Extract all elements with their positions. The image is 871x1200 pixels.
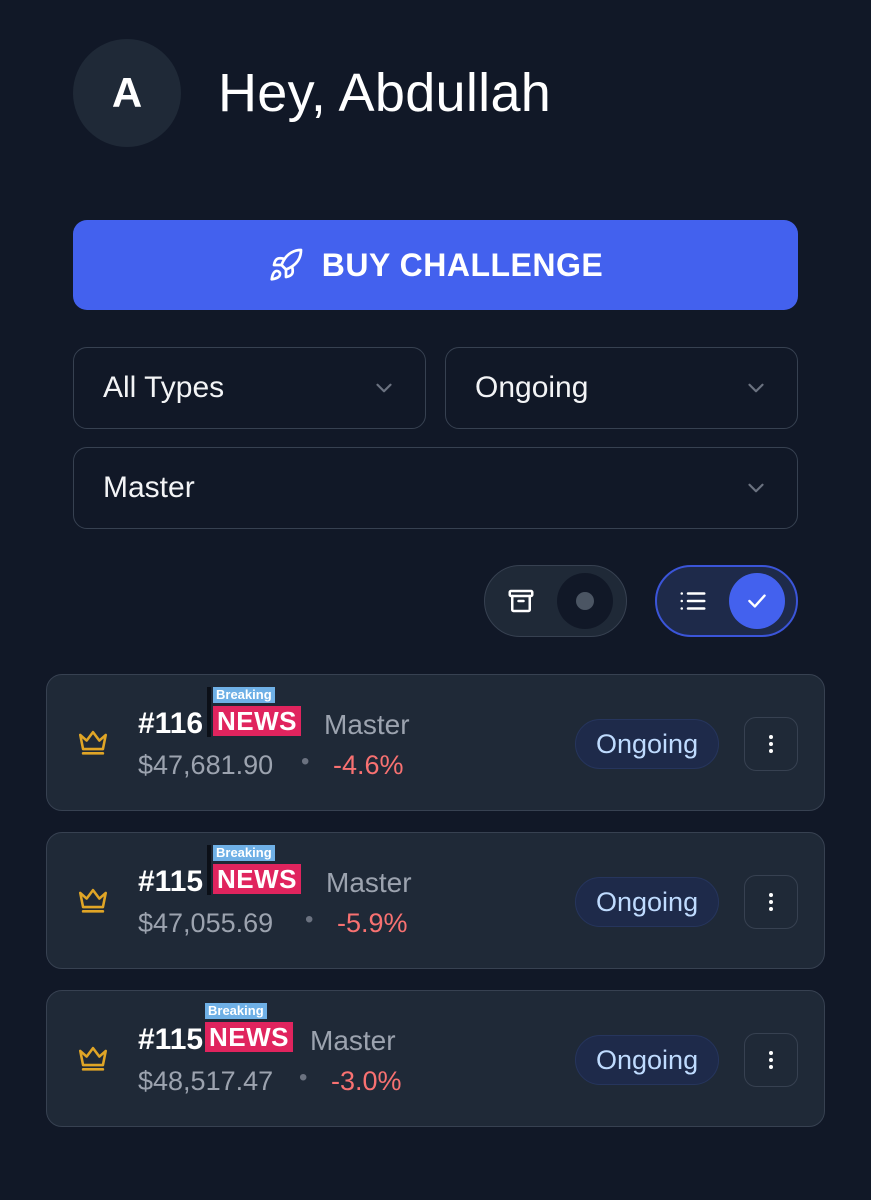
crown-icon xyxy=(78,1046,108,1071)
more-vertical-icon xyxy=(769,735,773,753)
chevron-down-icon xyxy=(748,483,764,493)
separator-dot: • xyxy=(301,748,310,775)
archive-segment[interactable] xyxy=(493,573,549,629)
account-balance: $48,517.47 xyxy=(138,1066,274,1096)
type-filter-value: All Types xyxy=(103,371,225,404)
status-filter-select[interactable]: Ongoing xyxy=(445,347,798,429)
crown-icon xyxy=(78,888,108,913)
toggle-dot xyxy=(576,592,594,610)
more-vertical-icon xyxy=(769,1051,773,1069)
tier-filter-value: Master xyxy=(103,471,195,504)
more-options-button[interactable] xyxy=(744,717,798,771)
buy-challenge-button[interactable]: BUY CHALLENGE xyxy=(73,220,798,310)
rocket-icon xyxy=(270,248,303,281)
news-label: NEWS xyxy=(213,864,301,894)
separator-dot: • xyxy=(299,1064,308,1091)
separator-dot: • xyxy=(305,906,314,933)
chevron-down-icon xyxy=(376,383,392,393)
account-tier: Master xyxy=(324,709,410,740)
avatar[interactable]: A xyxy=(73,39,181,147)
archive-toggle[interactable] xyxy=(484,565,627,637)
account-card[interactable]: #116 Breaking NEWS Master $47,681.90 • -… xyxy=(46,674,825,811)
type-filter-select[interactable]: All Types xyxy=(73,347,426,429)
list-icon xyxy=(680,592,706,610)
account-id: #116 xyxy=(138,707,204,740)
account-card[interactable]: #115 Breaking NEWS Master $48,517.47 • -… xyxy=(46,990,825,1127)
greeting-title: Hey, Abdullah xyxy=(218,63,552,123)
account-id: #115 xyxy=(138,865,204,898)
status-badge: Ongoing xyxy=(575,1035,720,1085)
breaking-news-overlay: Breaking NEWS xyxy=(207,845,309,897)
news-label: NEWS xyxy=(205,1022,293,1052)
account-change: -5.9% xyxy=(337,908,408,938)
account-tier: Master xyxy=(326,867,412,898)
account-tier: Master xyxy=(310,1025,396,1056)
breaking-label: Breaking xyxy=(213,687,275,703)
more-vertical-icon xyxy=(769,893,773,911)
account-change: -3.0% xyxy=(331,1066,402,1096)
overlay-bar xyxy=(207,687,211,737)
account-id: #115 xyxy=(138,1023,204,1056)
archive-icon xyxy=(508,589,534,613)
check-icon xyxy=(748,594,766,608)
more-options-button[interactable] xyxy=(744,875,798,929)
more-options-button[interactable] xyxy=(744,1033,798,1087)
list-toggle-knob[interactable] xyxy=(729,573,785,629)
breaking-news-overlay: Breaking NEWS xyxy=(205,1003,301,1055)
list-segment[interactable] xyxy=(665,573,721,629)
account-balance: $47,681.90 xyxy=(138,750,274,780)
status-badge: Ongoing xyxy=(575,719,720,769)
tier-filter-select[interactable]: Master xyxy=(73,447,798,529)
breaking-label: Breaking xyxy=(213,845,275,861)
breaking-news-overlay: Breaking NEWS xyxy=(207,687,309,739)
list-view-toggle[interactable] xyxy=(655,565,798,637)
news-label: NEWS xyxy=(213,706,301,736)
archive-toggle-knob[interactable] xyxy=(557,573,613,629)
buy-challenge-label: BUY CHALLENGE xyxy=(321,246,604,283)
chevron-down-icon xyxy=(748,383,764,393)
status-badge: Ongoing xyxy=(575,877,720,927)
account-balance: $47,055.69 xyxy=(138,908,274,938)
dashboard-page: A Hey, Abdullah BUY CHALLENGE All Types … xyxy=(0,0,871,1200)
crown-icon xyxy=(78,730,108,755)
breaking-label: Breaking xyxy=(205,1003,267,1019)
account-card[interactable]: #115 Breaking NEWS Master $47,055.69 • -… xyxy=(46,832,825,969)
status-filter-value: Ongoing xyxy=(475,371,589,404)
account-change: -4.6% xyxy=(333,750,404,780)
overlay-bar xyxy=(207,845,211,895)
